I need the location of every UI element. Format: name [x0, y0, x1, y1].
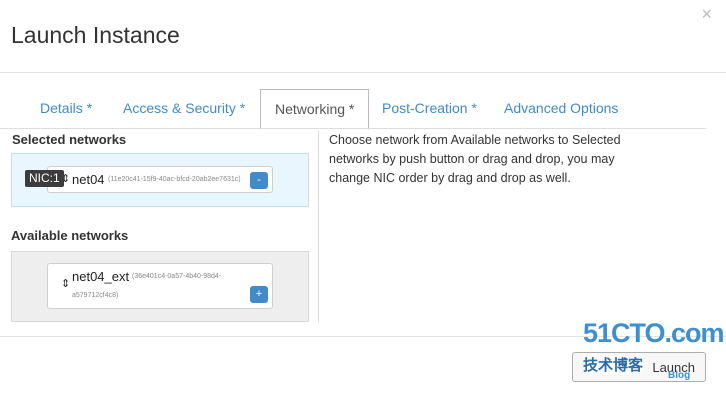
- sort-icon[interactable]: ⇕: [61, 277, 70, 290]
- networking-help-text: Choose network from Available networks t…: [329, 133, 621, 185]
- network-id: (11e20c41-15f9-40ac-bfcd-20ab2ee7631c): [108, 176, 241, 183]
- header-divider: [0, 72, 726, 73]
- watermark-logo: 51CTO.com: [583, 318, 725, 348]
- tab-bar: Details * Access & Security * Networking…: [26, 89, 706, 130]
- selected-network-item[interactable]: ⇕ net04 (11e20c41-15f9-40ac-bfcd-20ab2ee…: [47, 166, 273, 193]
- launch-button[interactable]: Launch: [572, 352, 706, 382]
- column-divider: [318, 130, 319, 322]
- close-icon[interactable]: ×: [701, 4, 712, 25]
- network-id-line1: (36e401c4-0a57-4b40-98d4-: [132, 273, 222, 280]
- selected-networks-heading: Selected networks: [12, 132, 127, 147]
- network-id-line2: a579712cf4c8): [72, 292, 119, 299]
- tab-access-security[interactable]: Access & Security *: [109, 89, 259, 128]
- footer-divider: [0, 336, 726, 337]
- network-name: net04: [72, 172, 105, 187]
- available-network-item[interactable]: ⇕ net04_ext (36e401c4-0a57-4b40-98d4- a5…: [47, 263, 273, 309]
- network-name: net04_ext: [72, 269, 130, 284]
- available-networks-list[interactable]: ⇕ net04_ext (36e401c4-0a57-4b40-98d4- a5…: [11, 251, 309, 322]
- available-networks-heading: Available networks: [11, 228, 129, 243]
- tab-post-creation[interactable]: Post-Creation *: [368, 89, 491, 128]
- modal-title: Launch Instance: [11, 22, 180, 48]
- remove-network-button[interactable]: -: [250, 172, 268, 189]
- tab-networking[interactable]: Networking *: [260, 89, 370, 130]
- nic-badge: NIC:1: [25, 170, 64, 187]
- tab-advanced-options[interactable]: Advanced Options: [490, 89, 632, 128]
- tabs-underline: [0, 128, 706, 129]
- tab-details[interactable]: Details *: [26, 89, 106, 128]
- add-network-button[interactable]: +: [250, 286, 268, 303]
